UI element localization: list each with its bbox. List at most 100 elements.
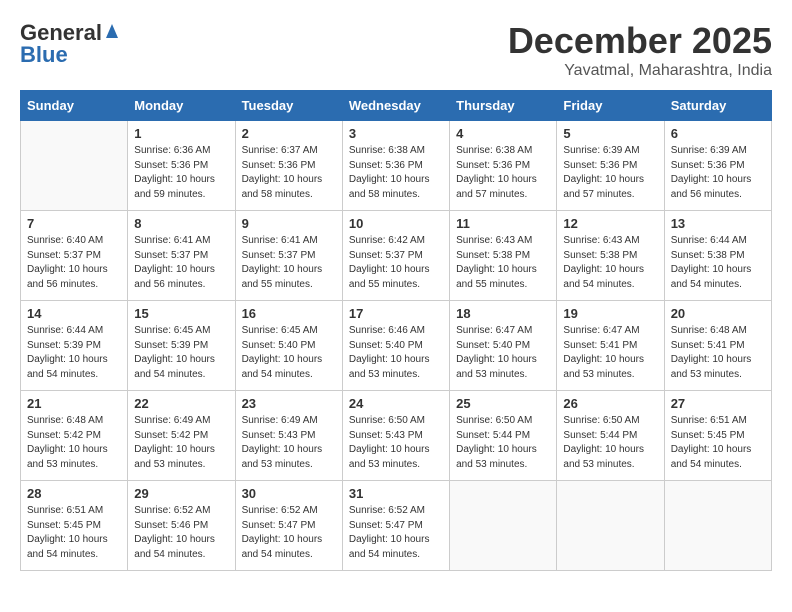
calendar-cell: 5 Sunrise: 6:39 AM Sunset: 5:36 PM Daylig… [557,121,664,211]
page-header: General Blue December 2025 Yavatmal, Mah… [20,20,772,80]
weekday-wednesday: Wednesday [342,91,449,121]
weekday-saturday: Saturday [664,91,771,121]
day-number: 8 [134,216,228,231]
day-info: Sunrise: 6:50 AM Sunset: 5:44 PM Dayligh… [456,414,550,472]
day-info: Sunrise: 6:39 AM Sunset: 5:36 PM Dayligh… [563,144,657,202]
weekday-sunday: Sunday [21,91,128,121]
day-number: 31 [349,486,443,501]
calendar-cell: 27 Sunrise: 6:51 AM Sunset: 5:45 PM Dayli… [664,391,771,481]
day-number: 17 [349,306,443,321]
calendar-cell: 10Sunrise: 6:42 AM Sunset: 5:37 PM Dayli… [342,211,449,301]
calendar-cell: 16 Sunrise: 6:45 AM Sunset: 5:40 PM Dayli… [235,301,342,391]
day-info: Sunrise: 6:37 AM Sunset: 5:36 PM Dayligh… [242,144,336,202]
calendar-cell: 12 Sunrise: 6:43 AM Sunset: 5:38 PM Dayli… [557,211,664,301]
day-info: Sunrise: 6:38 AM Sunset: 5:36 PM Dayligh… [456,144,550,202]
calendar-cell: 14Sunrise: 6:44 AM Sunset: 5:39 PM Dayli… [21,301,128,391]
calendar-cell: 3 Sunrise: 6:38 AM Sunset: 5:36 PM Daylig… [342,121,449,211]
weekday-header-row: SundayMondayTuesdayWednesdayThursdayFrid… [21,91,772,121]
day-number: 11 [456,216,550,231]
day-number: 14 [27,306,121,321]
calendar-cell: 7 Sunrise: 6:40 AM Sunset: 5:37 PM Daylig… [21,211,128,301]
weekday-friday: Friday [557,91,664,121]
day-number: 3 [349,126,443,141]
day-info: Sunrise: 6:50 AM Sunset: 5:43 PM Dayligh… [349,414,443,472]
day-number: 12 [563,216,657,231]
calendar-cell: 8 Sunrise: 6:41 AM Sunset: 5:37 PM Daylig… [128,211,235,301]
month-title: December 2025 [508,20,772,62]
day-number: 26 [563,396,657,411]
calendar-cell: 21 Sunrise: 6:48 AM Sunset: 5:42 PM Dayli… [21,391,128,481]
day-number: 28 [27,486,121,501]
calendar-cell: 23Sunrise: 6:49 AM Sunset: 5:43 PM Dayli… [235,391,342,481]
day-info: Sunrise: 6:36 AM Sunset: 5:36 PM Dayligh… [134,144,228,202]
day-info: Sunrise: 6:41 AM Sunset: 5:37 PM Dayligh… [242,234,336,292]
weekday-thursday: Thursday [450,91,557,121]
location: Yavatmal, Maharashtra, India [508,62,772,80]
day-info: Sunrise: 6:50 AM Sunset: 5:44 PM Dayligh… [563,414,657,472]
week-row-1: 1 Sunrise: 6:36 AM Sunset: 5:36 PM Daylig… [21,121,772,211]
day-number: 25 [456,396,550,411]
calendar-cell: 17 Sunrise: 6:46 AM Sunset: 5:40 PM Dayli… [342,301,449,391]
day-info: Sunrise: 6:41 AM Sunset: 5:37 PM Dayligh… [134,234,228,292]
calendar-cell: 22 Sunrise: 6:49 AM Sunset: 5:42 PM Dayli… [128,391,235,481]
calendar-cell: 11 Sunrise: 6:43 AM Sunset: 5:38 PM Dayli… [450,211,557,301]
day-info: Sunrise: 6:48 AM Sunset: 5:42 PM Dayligh… [27,414,121,472]
day-info: Sunrise: 6:43 AM Sunset: 5:38 PM Dayligh… [563,234,657,292]
calendar-cell: 6 Sunrise: 6:39 AM Sunset: 5:36 PM Daylig… [664,121,771,211]
day-info: Sunrise: 6:51 AM Sunset: 5:45 PM Dayligh… [671,414,765,472]
calendar-cell: 26 Sunrise: 6:50 AM Sunset: 5:44 PM Dayli… [557,391,664,481]
calendar-cell [21,121,128,211]
calendar-cell: 4Sunrise: 6:38 AM Sunset: 5:36 PM Daylig… [450,121,557,211]
calendar-cell: 18 Sunrise: 6:47 AM Sunset: 5:40 PM Dayli… [450,301,557,391]
day-info: Sunrise: 6:52 AM Sunset: 5:47 PM Dayligh… [242,504,336,562]
calendar-cell: 9 Sunrise: 6:41 AM Sunset: 5:37 PM Daylig… [235,211,342,301]
calendar-cell: 28Sunrise: 6:51 AM Sunset: 5:45 PM Dayli… [21,481,128,571]
logo-triangle-icon [103,22,121,40]
calendar-cell: 13Sunrise: 6:44 AM Sunset: 5:38 PM Dayli… [664,211,771,301]
day-info: Sunrise: 6:39 AM Sunset: 5:36 PM Dayligh… [671,144,765,202]
calendar-cell: 2 Sunrise: 6:37 AM Sunset: 5:36 PM Daylig… [235,121,342,211]
day-info: Sunrise: 6:40 AM Sunset: 5:37 PM Dayligh… [27,234,121,292]
calendar-cell [450,481,557,571]
calendar-cell: 30 Sunrise: 6:52 AM Sunset: 5:47 PM Dayli… [235,481,342,571]
day-number: 21 [27,396,121,411]
day-number: 30 [242,486,336,501]
day-number: 9 [242,216,336,231]
calendar-table: SundayMondayTuesdayWednesdayThursdayFrid… [20,90,772,571]
day-number: 2 [242,126,336,141]
weekday-monday: Monday [128,91,235,121]
day-number: 15 [134,306,228,321]
day-number: 18 [456,306,550,321]
day-number: 1 [134,126,228,141]
week-row-4: 21 Sunrise: 6:48 AM Sunset: 5:42 PM Dayli… [21,391,772,481]
calendar-cell: 15Sunrise: 6:45 AM Sunset: 5:39 PM Dayli… [128,301,235,391]
calendar-cell: 19Sunrise: 6:47 AM Sunset: 5:41 PM Dayli… [557,301,664,391]
day-info: Sunrise: 6:43 AM Sunset: 5:38 PM Dayligh… [456,234,550,292]
day-number: 27 [671,396,765,411]
logo: General Blue [20,20,121,68]
day-info: Sunrise: 6:46 AM Sunset: 5:40 PM Dayligh… [349,324,443,382]
day-number: 7 [27,216,121,231]
day-info: Sunrise: 6:44 AM Sunset: 5:38 PM Dayligh… [671,234,765,292]
day-number: 6 [671,126,765,141]
day-number: 10 [349,216,443,231]
calendar-cell [557,481,664,571]
day-number: 24 [349,396,443,411]
day-number: 29 [134,486,228,501]
calendar-cell: 24 Sunrise: 6:50 AM Sunset: 5:43 PM Dayli… [342,391,449,481]
calendar-cell: 1 Sunrise: 6:36 AM Sunset: 5:36 PM Daylig… [128,121,235,211]
calendar-body: 1 Sunrise: 6:36 AM Sunset: 5:36 PM Daylig… [21,121,772,571]
day-number: 23 [242,396,336,411]
day-info: Sunrise: 6:47 AM Sunset: 5:40 PM Dayligh… [456,324,550,382]
day-info: Sunrise: 6:45 AM Sunset: 5:40 PM Dayligh… [242,324,336,382]
day-info: Sunrise: 6:38 AM Sunset: 5:36 PM Dayligh… [349,144,443,202]
title-block: December 2025 Yavatmal, Maharashtra, Ind… [508,20,772,80]
week-row-3: 14Sunrise: 6:44 AM Sunset: 5:39 PM Dayli… [21,301,772,391]
day-number: 16 [242,306,336,321]
day-info: Sunrise: 6:49 AM Sunset: 5:42 PM Dayligh… [134,414,228,472]
day-number: 22 [134,396,228,411]
calendar-cell: 29 Sunrise: 6:52 AM Sunset: 5:46 PM Dayli… [128,481,235,571]
day-info: Sunrise: 6:52 AM Sunset: 5:46 PM Dayligh… [134,504,228,562]
week-row-2: 7 Sunrise: 6:40 AM Sunset: 5:37 PM Daylig… [21,211,772,301]
day-number: 5 [563,126,657,141]
